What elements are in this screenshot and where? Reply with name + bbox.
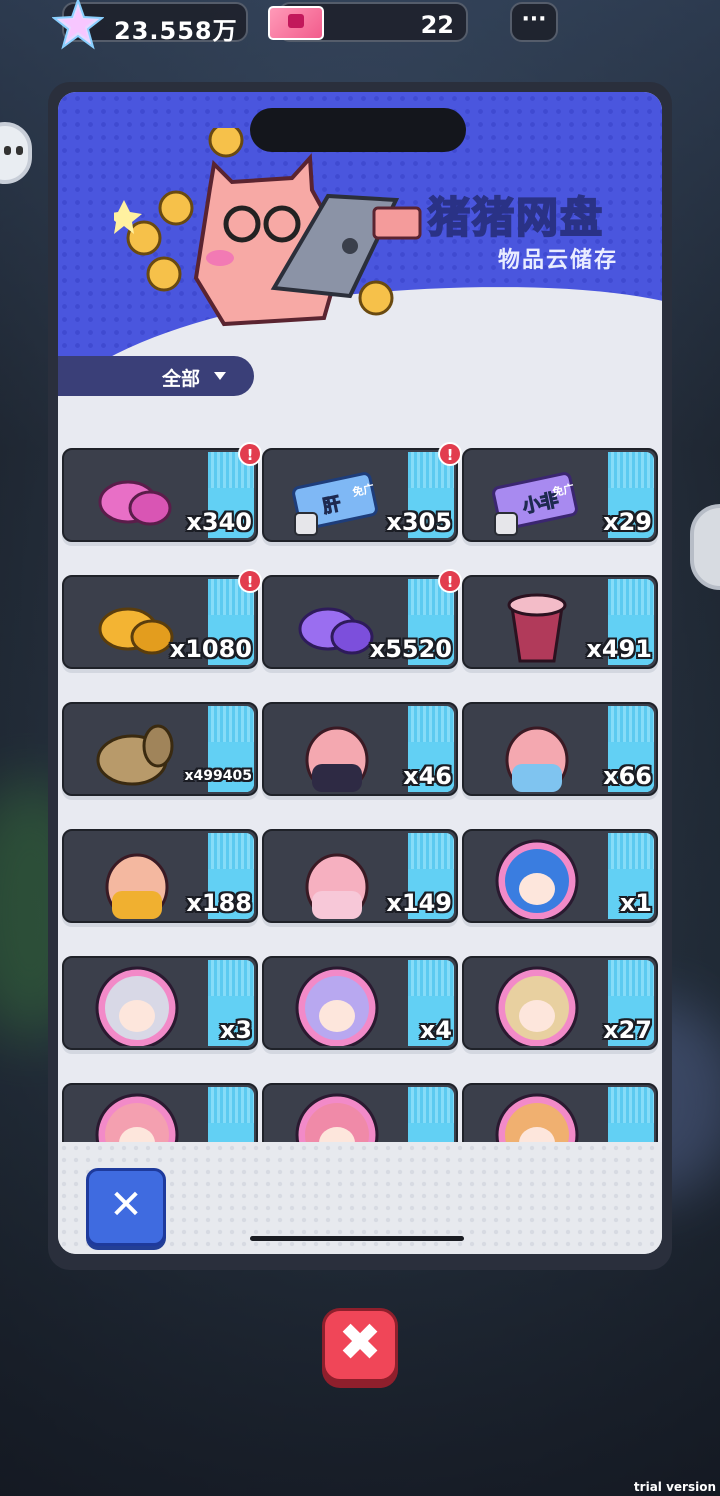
item-slot[interactable]: x188 bbox=[62, 829, 258, 923]
purple-pebbles-icon bbox=[298, 607, 374, 655]
avatar-pink-hair-icon bbox=[95, 1093, 179, 1144]
ticket-icon bbox=[268, 6, 324, 40]
item-slot[interactable] bbox=[462, 1083, 658, 1144]
modal-footer: ✕ bbox=[58, 1142, 662, 1254]
cloud-storage-modal: 猪猪网盘 物品云储存 全部 x340! 肝免广 x305! 小非 免广 x29 x1080!… bbox=[48, 82, 672, 1270]
avatar-blonde-hair-icon bbox=[495, 966, 579, 1046]
pig-suit-icon bbox=[305, 726, 369, 792]
slot-stripe bbox=[608, 1087, 654, 1144]
item-count: x1 bbox=[619, 889, 652, 917]
item-slot[interactable]: x1 bbox=[462, 829, 658, 923]
item-slot[interactable]: x46 bbox=[262, 702, 458, 796]
item-slot[interactable] bbox=[62, 1083, 258, 1144]
pig-yellow-icon bbox=[105, 853, 169, 919]
modal-content: 猪猪网盘 物品云储存 全部 x340! 肝免广 x305! 小非 免广 x29 x1080!… bbox=[58, 92, 662, 1254]
modal-subtitle: 物品云储存 bbox=[498, 248, 619, 273]
currency-counter[interactable]: 23.558万 bbox=[52, 0, 248, 50]
close-button[interactable]: ✕ bbox=[86, 1168, 166, 1246]
avatar-blue-hair-icon bbox=[495, 839, 579, 919]
item-count: x1080 bbox=[169, 635, 252, 663]
item-count: x27 bbox=[603, 1016, 652, 1044]
pink-pebbles-icon bbox=[98, 480, 172, 526]
item-slot[interactable]: x340! bbox=[62, 442, 262, 542]
slot-stripe bbox=[208, 1087, 254, 1144]
item-grid: x340! 肝免广 x305! 小非 免广 x29 x1080! x5520! x491 x499… bbox=[58, 438, 662, 1144]
item-count: x29 bbox=[603, 508, 652, 536]
ticket-counter[interactable]: 22 bbox=[268, 2, 468, 42]
item-count: x305 bbox=[386, 508, 452, 536]
item-count: x5520 bbox=[369, 635, 452, 663]
avatar-orange-hair-icon bbox=[495, 1093, 579, 1144]
item-count: x499405 bbox=[184, 768, 252, 784]
alert-badge-icon: ! bbox=[238, 442, 262, 466]
home-indicator bbox=[250, 1236, 464, 1241]
item-count: x66 bbox=[603, 762, 652, 790]
modal-title: 猪猪网盘 bbox=[427, 192, 605, 243]
puzzle-piece-icon bbox=[494, 512, 518, 536]
bubble-tea-icon bbox=[507, 593, 567, 663]
item-count: x340 bbox=[186, 508, 252, 536]
pig-mascot-laptop-icon bbox=[114, 128, 422, 327]
device-notch bbox=[250, 108, 466, 152]
pig-blue-icon bbox=[505, 726, 569, 792]
item-slot[interactable]: 小非 免广 x29 bbox=[462, 448, 658, 542]
avatar-pink-hair-2-icon bbox=[295, 1093, 379, 1144]
item-slot[interactable]: x66 bbox=[462, 702, 658, 796]
star-icon bbox=[52, 0, 104, 50]
item-slot[interactable]: x499405 bbox=[62, 702, 258, 796]
item-slot[interactable] bbox=[262, 1083, 458, 1144]
item-slot[interactable]: x4 bbox=[262, 956, 458, 1050]
chevron-down-icon bbox=[214, 372, 226, 380]
filter-label: 全部 bbox=[162, 368, 201, 390]
category-filter-dropdown[interactable]: 全部 bbox=[58, 356, 254, 396]
puzzle-piece-icon bbox=[294, 512, 318, 536]
item-slot[interactable]: x3 bbox=[62, 956, 258, 1050]
item-slot[interactable]: x5520! bbox=[262, 569, 462, 669]
more-button[interactable]: ··· bbox=[510, 2, 558, 42]
pig-pink-icon bbox=[305, 853, 369, 919]
item-slot[interactable]: x1080! bbox=[62, 569, 262, 669]
item-slot[interactable]: 肝免广 x305! bbox=[262, 442, 462, 542]
item-count: x46 bbox=[403, 762, 452, 790]
item-count: x3 bbox=[219, 1016, 252, 1044]
watermark-text: trial version bbox=[633, 1480, 716, 1494]
alert-badge-icon: ! bbox=[438, 569, 462, 593]
currency-value: 23.558万 bbox=[114, 17, 238, 45]
avatar-silver-hair-icon bbox=[95, 966, 179, 1046]
alert-badge-icon: ! bbox=[438, 442, 462, 466]
slot-stripe bbox=[408, 1087, 454, 1144]
alert-badge-icon: ! bbox=[238, 569, 262, 593]
snail-icon bbox=[96, 724, 174, 786]
avatar-lilac-hair-icon bbox=[295, 966, 379, 1046]
gold-pebbles-icon bbox=[98, 607, 174, 655]
ticket-value: 22 bbox=[420, 11, 454, 39]
item-count: x149 bbox=[386, 889, 452, 917]
item-slot[interactable]: x149 bbox=[262, 829, 458, 923]
item-slot[interactable]: x491 bbox=[462, 575, 658, 669]
item-count: x4 bbox=[419, 1016, 452, 1044]
item-count: x491 bbox=[586, 635, 652, 663]
side-float-button[interactable] bbox=[690, 504, 720, 590]
item-slot[interactable]: x27 bbox=[462, 956, 658, 1050]
dismiss-button[interactable]: ✖ bbox=[322, 1308, 398, 1382]
item-count: x188 bbox=[186, 889, 252, 917]
